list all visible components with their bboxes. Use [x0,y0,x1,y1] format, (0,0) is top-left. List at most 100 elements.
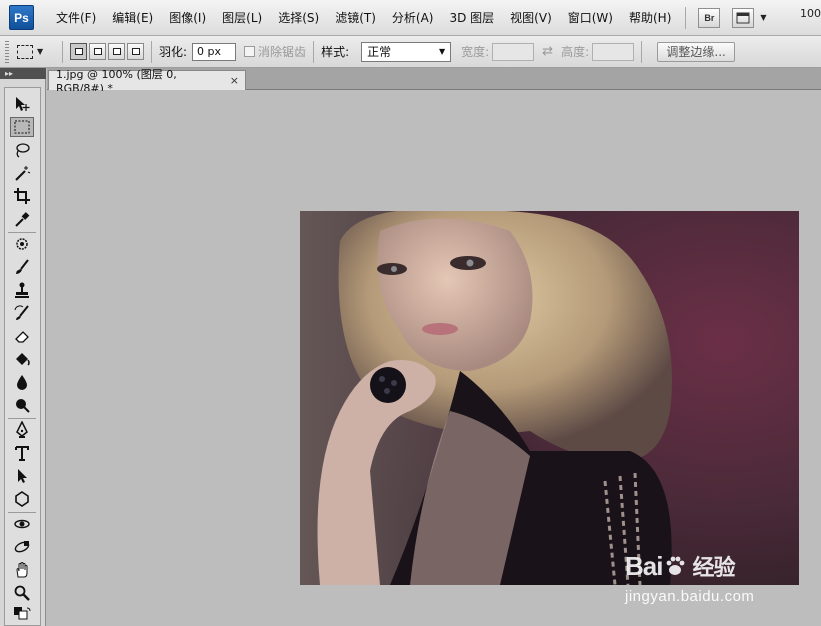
color-swatches[interactable] [10,606,34,620]
path-selection-tool[interactable] [10,466,34,486]
paint-bucket-tool-icon [16,353,30,366]
options-bar: ▼ 羽化: 消除锯齿 样式: 正常 ▼ 宽度: ⇄ 高度: 调整边缘... [0,36,821,68]
add-to-selection-button[interactable] [89,43,106,60]
brush-tool[interactable] [10,257,34,277]
paint-bucket-tool[interactable] [10,349,34,369]
watermark-url: jingyan.baidu.com [625,588,755,605]
menu-filter[interactable]: 滤镜(T) [327,7,384,29]
paw-icon [667,556,685,575]
style-select-value: 正常 [367,45,392,59]
eraser-tool-icon [15,331,29,343]
clone-stamp-tool[interactable] [10,280,34,300]
feather-label: 羽化: [159,45,188,59]
brush-tool-icon [16,259,29,274]
zoom-tool[interactable] [10,583,34,603]
crop-tool-icon [14,188,30,204]
menu-layer[interactable]: 图层(L) [214,7,270,29]
spot-healing-brush-tool[interactable] [10,234,34,254]
clone-stamp-tool-icon [15,282,29,298]
hand-tool[interactable] [10,560,34,580]
document-tab-bar: 1.jpg @ 100% (图层 0, RGB/8#) * × [47,68,821,95]
move-tool[interactable] [10,94,34,114]
menu-select[interactable]: 选择(S) [270,7,327,29]
type-tool[interactable] [10,443,34,463]
rectangular-marquee-tool[interactable] [10,117,34,137]
zoom-tool-icon [14,585,30,601]
antialias-checkbox[interactable] [244,46,256,57]
history-brush-tool[interactable] [10,303,34,323]
screen-mode-dropdown-icon[interactable]: ▼ [760,13,766,22]
options-separator [313,40,315,63]
watermark-suffix: 经验 [692,556,735,581]
zoom-level[interactable]: 100 [800,7,821,20]
pen-tool[interactable] [10,420,34,440]
magic-wand-tool[interactable] [10,163,34,183]
refine-edge-button[interactable]: 调整边缘... [657,41,736,62]
document-image[interactable] [300,211,799,585]
document-tab[interactable]: 1.jpg @ 100% (图层 0, RGB/8#) * × [48,68,246,95]
tool-preset-picker[interactable]: ▼ [17,41,55,63]
chevron-down-icon: ▼ [37,47,44,56]
3d-rotate-tool[interactable] [10,514,34,534]
toolbox-collapse-button[interactable]: ▸▸ [0,68,46,79]
marquee-preset-icon [17,44,33,59]
3d-orbit-tool[interactable] [10,537,34,557]
toolbox: ▸▸ [0,68,46,626]
menu-window[interactable]: 窗口(W) [560,7,621,29]
bridge-button[interactable]: Br [698,7,721,28]
blur-tool[interactable] [10,372,34,392]
menu-file[interactable]: 文件(F) [48,7,104,29]
watermark-brand: Bai [625,550,663,581]
menu-separator [685,6,687,29]
subtract-from-selection-button[interactable] [108,43,125,60]
crop-tool[interactable] [10,186,34,206]
style-select[interactable]: 正常 ▼ [361,41,452,62]
menu-view[interactable]: 视图(V) [502,7,560,29]
pen-tool-icon [16,421,28,438]
menu-image[interactable]: 图像(I) [161,7,214,29]
menu-analysis[interactable]: 分析(A) [384,7,442,29]
portrait-photo [300,211,799,585]
new-selection-button[interactable] [70,43,87,60]
path-selection-tool-icon [18,469,27,483]
options-separator [62,40,63,63]
shape-tool[interactable] [10,489,34,509]
add-selection-icon [93,48,102,55]
toolbox-divider [8,232,36,233]
selection-mode-group [70,43,144,60]
type-tool-icon [15,446,29,461]
height-input[interactable] [592,42,635,61]
feather-input[interactable] [192,42,237,61]
options-bar-grip[interactable] [5,40,9,63]
eyedropper-tool[interactable] [10,209,34,229]
screen-mode-button[interactable] [732,7,755,28]
3d-rotate-tool-icon [14,519,30,529]
chevron-down-icon: ▼ [438,47,446,56]
intersect-selection-icon [131,48,140,55]
intersect-selection-button[interactable] [127,43,144,60]
rectangular-marquee-tool-icon [14,120,30,134]
close-icon[interactable]: × [230,74,239,87]
main-menu: 文件(F) 编辑(E) 图像(I) 图层(L) 选择(S) 滤镜(T) 分析(A) 3D 图层… [48,7,679,29]
eraser-tool[interactable] [10,326,34,346]
menu-3d[interactable]: 3D 图层 [441,7,502,29]
dodge-tool[interactable] [10,395,34,415]
antialias-label: 消除锯齿 [258,45,307,59]
shape-tool-icon [15,491,29,507]
width-label: 宽度: [461,45,490,59]
history-brush-tool-icon [14,305,29,320]
blur-tool-icon [17,375,27,390]
menu-help[interactable]: 帮助(H) [621,7,679,29]
hand-tool-icon [16,562,28,578]
magic-wand-tool-icon [15,166,31,181]
subtract-selection-icon [112,48,121,55]
move-tool-icon [16,97,30,111]
options-separator [151,40,152,63]
lasso-tool[interactable] [10,140,34,160]
spot-healing-brush-tool-icon [16,238,28,250]
width-input[interactable] [492,42,535,61]
new-selection-icon [74,48,83,55]
menu-edit[interactable]: 编辑(E) [104,7,161,29]
swap-dimensions-icon[interactable]: ⇄ [542,44,553,59]
height-label: 高度: [561,45,590,59]
